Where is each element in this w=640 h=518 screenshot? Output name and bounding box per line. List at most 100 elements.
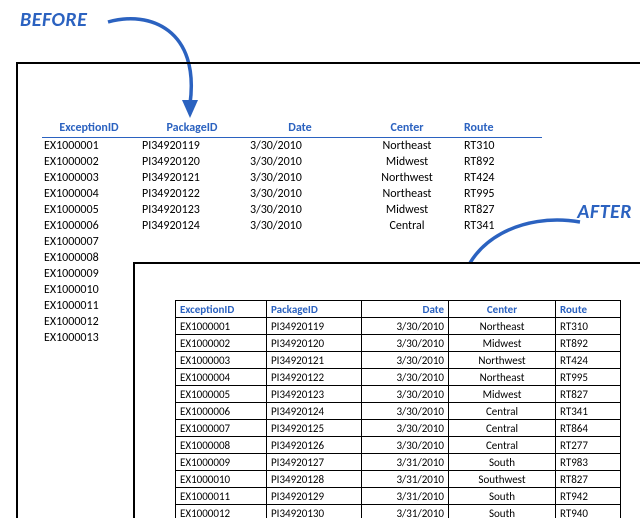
cell-date: 3/30/2010 [362, 437, 449, 454]
cell-date: 3/30/2010 [362, 403, 449, 420]
cell-exception: EX1000003 [42, 170, 138, 186]
table-row: EX1000003PI349201213/30/2010NorthwestRT4… [176, 352, 621, 369]
cell-date: 3/31/2010 [362, 505, 449, 518]
col-header-route: Route [556, 301, 621, 318]
cell-exception: EX1000011 [176, 488, 267, 505]
cell-package: PI34920130 [267, 505, 362, 518]
cell-route: RT310 [460, 138, 542, 155]
cell-route: RT310 [556, 318, 621, 335]
cell-center: Northeast [449, 318, 556, 335]
cell-center: Southwest [449, 471, 556, 488]
cell-date: 3/30/2010 [246, 154, 354, 170]
cell-route: RT864 [556, 420, 621, 437]
cell-package: PI34920120 [267, 335, 362, 352]
cell-date: 3/31/2010 [362, 471, 449, 488]
col-header-center: Center [354, 120, 460, 138]
cell-package: PI34920123 [267, 386, 362, 403]
after-table: ExceptionID PackageID Date Center Route … [175, 300, 621, 518]
cell-package [138, 234, 246, 250]
cell-package: PI34920124 [138, 218, 246, 234]
cell-date: 3/30/2010 [362, 352, 449, 369]
cell-date: 3/30/2010 [246, 218, 354, 234]
cell-date: 3/31/2010 [362, 488, 449, 505]
table-row: EX1000010PI349201283/31/2010SouthwestRT8… [176, 471, 621, 488]
cell-package: PI34920119 [267, 318, 362, 335]
cell-exception: EX1000008 [42, 250, 138, 266]
table-row: EX1000003PI349201213/30/2010NorthwestRT4… [42, 170, 542, 186]
cell-center [354, 234, 460, 250]
cell-exception: EX1000010 [42, 282, 138, 298]
cell-date [246, 234, 354, 250]
cell-exception: EX1000012 [176, 505, 267, 518]
cell-route: RT983 [556, 454, 621, 471]
col-header-date: Date [246, 120, 354, 138]
cell-exception: EX1000001 [176, 318, 267, 335]
cell-package: PI34920121 [138, 170, 246, 186]
cell-exception: EX1000004 [176, 369, 267, 386]
cell-package: PI34920126 [267, 437, 362, 454]
table-row: EX1000005PI349201233/30/2010MidwestRT827 [176, 386, 621, 403]
label-before: BEFORE [20, 8, 87, 32]
cell-center: South [449, 505, 556, 518]
table-row: EX1000012PI349201303/31/2010SouthRT940 [176, 505, 621, 518]
cell-package: PI34920122 [138, 186, 246, 202]
cell-exception: EX1000008 [176, 437, 267, 454]
table-row: EX1000001PI349201193/30/2010NortheastRT3… [42, 138, 542, 155]
cell-exception: EX1000010 [176, 471, 267, 488]
cell-exception: EX1000013 [42, 330, 138, 346]
cell-center: South [449, 454, 556, 471]
cell-exception: EX1000009 [176, 454, 267, 471]
cell-exception: EX1000005 [176, 386, 267, 403]
cell-date: 3/30/2010 [362, 420, 449, 437]
cell-exception: EX1000001 [42, 138, 138, 155]
cell-exception: EX1000004 [42, 186, 138, 202]
cell-date: 3/30/2010 [246, 186, 354, 202]
col-header-exception: ExceptionID [42, 120, 138, 138]
cell-center: Midwest [354, 154, 460, 170]
cell-route: RT995 [460, 186, 542, 202]
cell-route [460, 234, 542, 250]
cell-center: Central [354, 218, 460, 234]
cell-exception: EX1000006 [42, 218, 138, 234]
table-row: EX1000005PI349201233/30/2010MidwestRT827 [42, 202, 542, 218]
cell-exception: EX1000012 [42, 314, 138, 330]
cell-exception: EX1000002 [176, 335, 267, 352]
cell-date: 3/30/2010 [362, 335, 449, 352]
cell-package: PI34920124 [267, 403, 362, 420]
table-row: EX1000006PI349201243/30/2010CentralRT341 [42, 218, 542, 234]
col-header-date: Date [362, 301, 449, 318]
cell-center: Midwest [449, 386, 556, 403]
cell-route: RT424 [460, 170, 542, 186]
cell-exception: EX1000007 [176, 420, 267, 437]
cell-center: Midwest [354, 202, 460, 218]
cell-exception: EX1000005 [42, 202, 138, 218]
cell-exception: EX1000003 [176, 352, 267, 369]
cell-package: PI34920121 [267, 352, 362, 369]
cell-package: PI34920129 [267, 488, 362, 505]
cell-package: PI34920120 [138, 154, 246, 170]
cell-package: PI34920125 [267, 420, 362, 437]
table-row: EX1000001PI349201193/30/2010NortheastRT3… [176, 318, 621, 335]
col-header-center: Center [449, 301, 556, 318]
cell-center: Northwest [354, 170, 460, 186]
cell-package: PI34920127 [267, 454, 362, 471]
cell-route: RT892 [556, 335, 621, 352]
cell-package: PI34920122 [267, 369, 362, 386]
cell-route: RT892 [460, 154, 542, 170]
table-row: EX1000009PI349201273/31/2010SouthRT983 [176, 454, 621, 471]
cell-date: 3/30/2010 [246, 202, 354, 218]
table-row: EX1000002PI349201203/30/2010MidwestRT892 [42, 154, 542, 170]
cell-route: RT341 [556, 403, 621, 420]
cell-exception: EX1000007 [42, 234, 138, 250]
cell-date: 3/30/2010 [246, 170, 354, 186]
col-header-route: Route [460, 120, 542, 138]
cell-center: Northeast [354, 186, 460, 202]
cell-date: 3/30/2010 [246, 138, 354, 155]
cell-date: 3/30/2010 [362, 318, 449, 335]
cell-exception: EX1000009 [42, 266, 138, 282]
table-row: EX1000007PI349201253/30/2010CentralRT864 [176, 420, 621, 437]
cell-center: Northwest [449, 352, 556, 369]
cell-center: Central [449, 403, 556, 420]
cell-route: RT277 [556, 437, 621, 454]
cell-package: PI34920128 [267, 471, 362, 488]
